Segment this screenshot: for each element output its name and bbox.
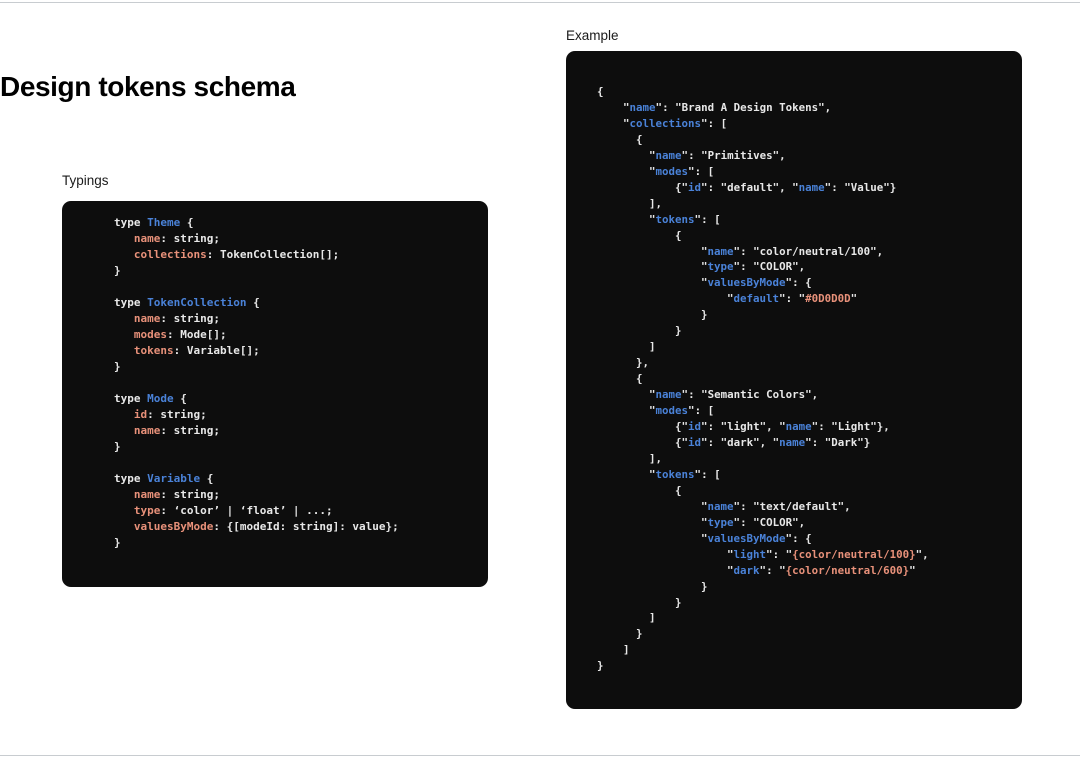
example-code-block: { "name": "Brand A Design Tokens", "coll… (597, 85, 929, 673)
page-top-divider (0, 2, 1080, 3)
page-title: Design tokens schema (0, 70, 296, 102)
typings-code-block: type Theme { name: string; collections: … (114, 216, 399, 549)
typings-panel-label: Typings (62, 173, 109, 188)
example-code-panel: { "name": "Brand A Design Tokens", "coll… (566, 51, 1022, 709)
example-panel-label: Example (566, 28, 619, 43)
typings-code-panel: type Theme { name: string; collections: … (62, 201, 488, 587)
page-bottom-divider (0, 755, 1080, 756)
